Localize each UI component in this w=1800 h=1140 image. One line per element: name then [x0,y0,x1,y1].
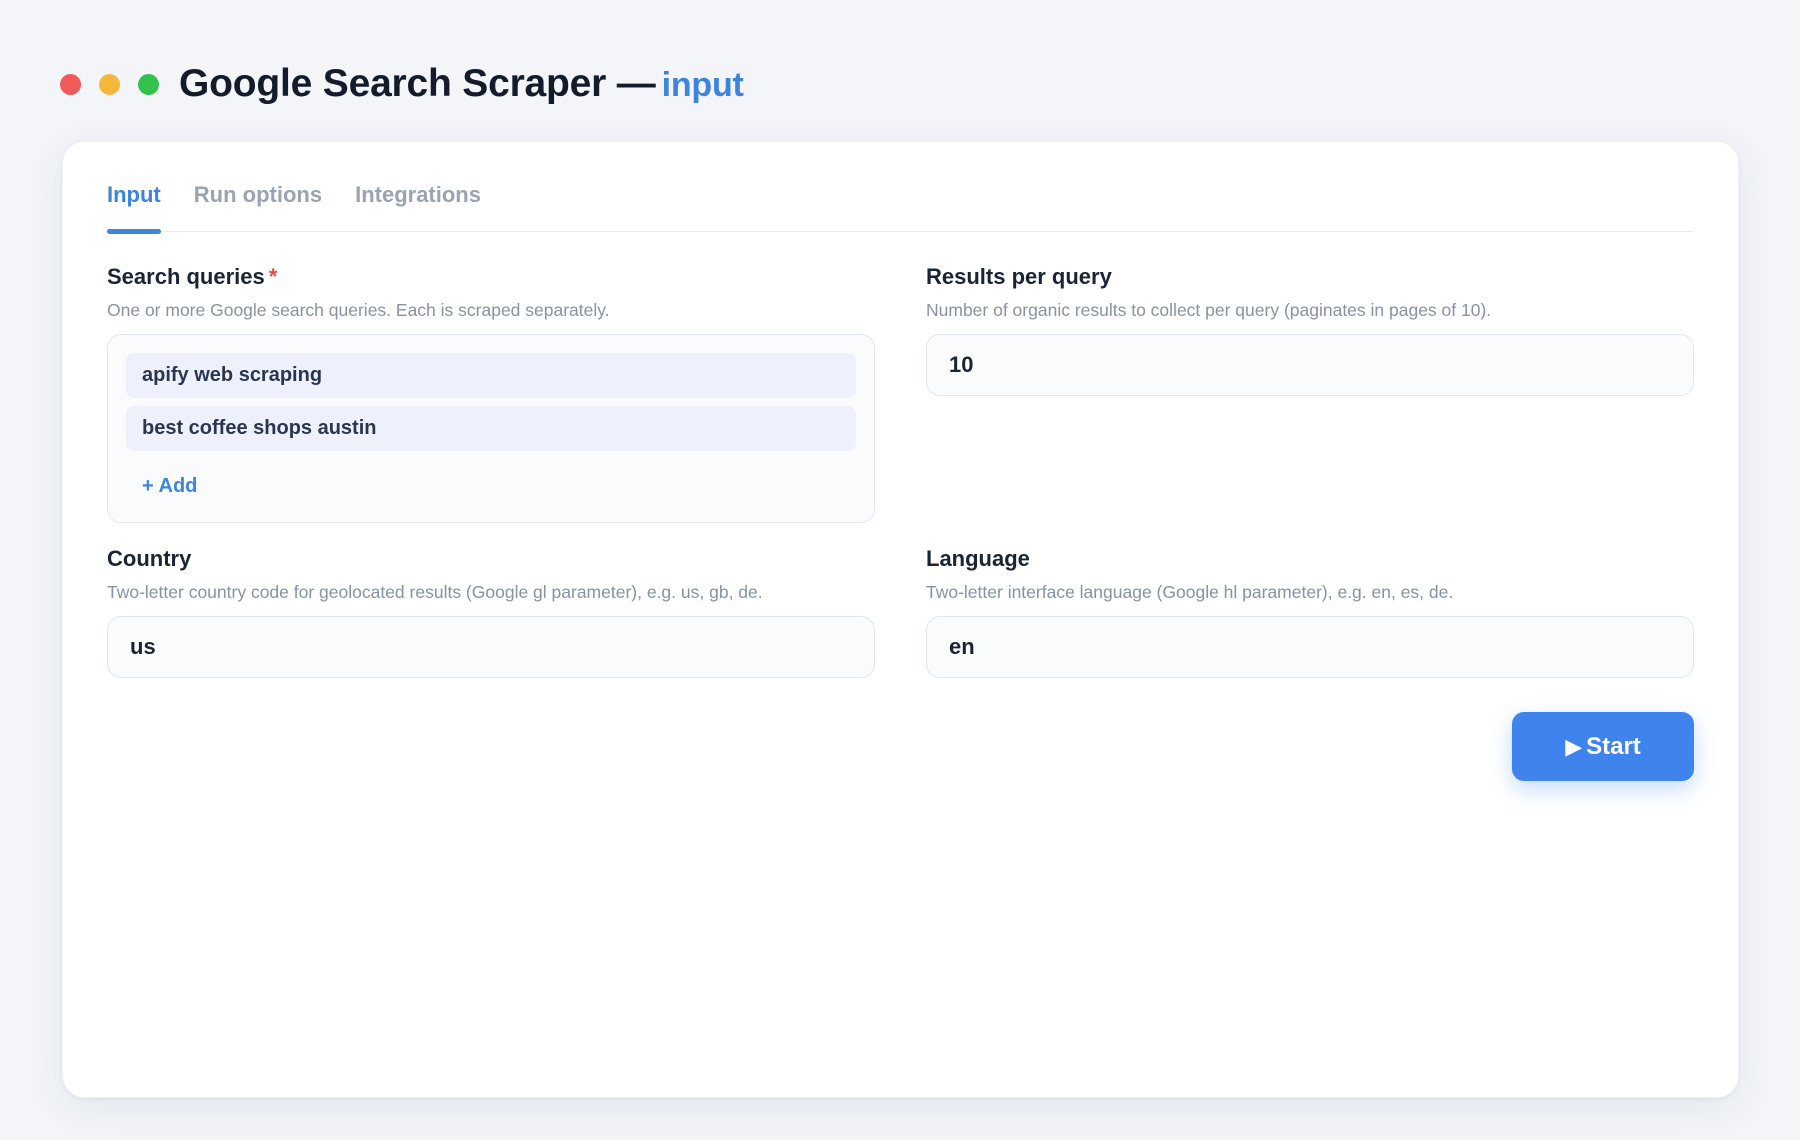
search-queries-label-text: Search queries [107,264,265,289]
language-label: Language [926,546,1030,571]
country-help: Two-letter country code for geolocated r… [107,582,763,602]
results-per-query-field: Results per query Number of organic resu… [926,264,1694,396]
tab-input[interactable]: Input [107,178,161,234]
language-field: Language Two-letter interface language (… [926,546,1694,678]
app-title-accent: input [661,66,744,104]
results-per-query-label: Results per query [926,264,1112,289]
add-query-button[interactable]: + Add [142,475,197,498]
query-item-2[interactable]: best coffee shops austin [126,406,856,451]
close-window-icon[interactable] [60,73,81,95]
app-title-text: Google Search Scraper — [179,62,656,105]
input-card: Input Run options Integrations Search qu… [62,141,1739,1098]
results-per-query-input[interactable]: 10 [926,334,1694,396]
start-button[interactable]: ▶ Start [1512,712,1694,781]
minimize-window-icon[interactable] [99,73,120,95]
maximize-window-icon[interactable] [138,73,159,95]
tab-run-options[interactable]: Run options [194,178,322,232]
start-button-label: Start [1586,732,1641,760]
language-help: Two-letter interface language (Google hl… [926,582,1454,602]
country-input[interactable]: us [107,616,875,678]
country-label: Country [107,546,192,571]
play-icon: ▶ [1565,733,1583,759]
country-field: Country Two-letter country code for geol… [107,546,875,678]
tab-integrations[interactable]: Integrations [355,178,481,232]
query-item-1[interactable]: apify web scraping [126,353,856,398]
window-titlebar: Google Search Scraper — input [60,58,744,110]
tab-bar: Input Run options Integrations [107,178,1694,234]
language-input[interactable]: en [926,616,1694,678]
app-title: Google Search Scraper — input [179,62,744,106]
results-per-query-help: Number of organic results to collect per… [926,300,1492,320]
search-queries-field: Search queries * One or more Google searc… [107,264,875,523]
search-queries-label: Search queries * [107,264,875,292]
search-queries-list: apify web scraping best coffee shops aus… [107,334,875,523]
search-queries-help: One or more Google search queries. Each … [107,300,610,320]
required-mark: * [268,264,278,289]
